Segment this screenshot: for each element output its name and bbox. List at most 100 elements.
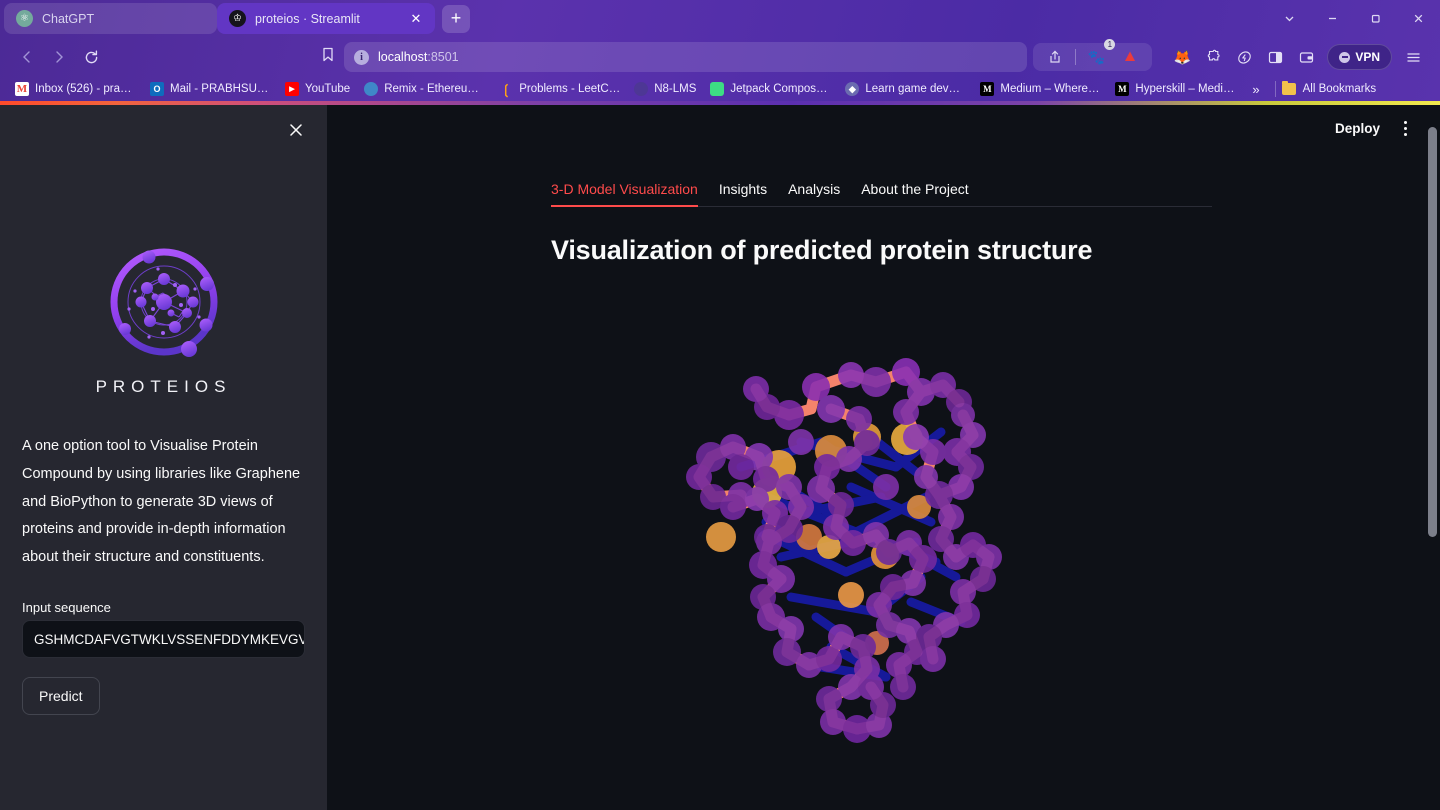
- bookmark-label: Medium – Where g...: [1000, 83, 1102, 95]
- main-panel: Deploy 3-D Model Visualization Insights …: [327, 105, 1440, 810]
- all-bookmarks-button[interactable]: All Bookmarks: [1281, 80, 1377, 95]
- bookmark-label: Jetpack Compose f...: [730, 83, 832, 95]
- all-bookmarks-label: All Bookmarks: [1302, 83, 1377, 95]
- bookmark-item[interactable]: O Mail - PRABHSURA...: [143, 79, 278, 100]
- divider: [1274, 81, 1276, 97]
- share-icon[interactable]: [1041, 43, 1069, 71]
- address-actions: 🐾 1: [1033, 39, 1153, 71]
- back-icon[interactable]: [12, 42, 42, 72]
- close-icon[interactable]: ✕: [407, 10, 425, 28]
- url-area: i localhost:8501: [108, 42, 1033, 72]
- vpn-icon: [1339, 51, 1351, 63]
- tab-insights[interactable]: Insights: [719, 181, 767, 206]
- tab-3d-model-visualization[interactable]: 3-D Model Visualization: [551, 181, 698, 207]
- remix-icon: [364, 82, 379, 96]
- bookmark-item[interactable]: M Inbox (526) - prabh...: [8, 79, 143, 100]
- browser-tab-chatgpt[interactable]: ⚛ ChatGPT ✕: [4, 3, 217, 34]
- bookmark-item[interactable]: ❲ Problems - LeetCode: [492, 79, 627, 100]
- brand-name: PROTEIOS: [95, 377, 232, 396]
- bookmark-label: Learn game develo...: [865, 83, 967, 95]
- content-column: 3-D Model Visualization Insights Analysi…: [551, 105, 1212, 266]
- brave-shields-icon[interactable]: 🐾 1: [1082, 39, 1116, 71]
- medium-icon: M: [980, 82, 995, 96]
- bookmark-label: Hyperskill – Medium: [1135, 83, 1237, 95]
- streamlit-app: PROTEIOS A one option tool to Visualise …: [0, 105, 1440, 810]
- folder-icon: [1281, 80, 1296, 95]
- main-menu-icon[interactable]: [1392, 116, 1418, 142]
- browser-tab-title: ChatGPT: [42, 11, 95, 26]
- medium-icon: M: [1115, 82, 1130, 96]
- bookmark-item[interactable]: Remix - Ethereum I...: [357, 79, 492, 100]
- page-scrollbar[interactable]: [1425, 105, 1440, 810]
- bookmark-label: YouTube: [305, 83, 351, 95]
- bookmark-label: Mail - PRABHSURA...: [170, 83, 271, 95]
- new-tab-button[interactable]: +: [442, 4, 470, 33]
- bookmark-item[interactable]: N8-LMS: [627, 79, 703, 100]
- gmail-icon: M: [15, 82, 29, 96]
- page-title: Visualization of predicted protein struc…: [551, 235, 1093, 265]
- page-tabs: 3-D Model Visualization Insights Analysi…: [551, 181, 1212, 207]
- window-controls: [1268, 0, 1440, 37]
- extensions: 🦊 VPN: [1168, 42, 1428, 72]
- bookmark-item[interactable]: M Hyperskill – Medium: [1108, 79, 1243, 100]
- navigation-bar: i localhost:8501 🐾 1 🦊 VPN: [0, 37, 1440, 77]
- plus-icon: +: [450, 8, 462, 28]
- browser-tab-proteios[interactable]: ♔ proteios · Streamlit ✕: [217, 3, 435, 34]
- metamask-icon[interactable]: 🦊: [1168, 43, 1196, 71]
- tab-analysis[interactable]: Analysis: [788, 181, 840, 206]
- bookmark-item[interactable]: ▶ YouTube: [278, 79, 357, 100]
- maximize-icon[interactable]: [1354, 0, 1397, 37]
- app-description: A one option tool to Visualise Protein C…: [22, 438, 301, 566]
- bookmark-label: Remix - Ethereum I...: [384, 83, 486, 95]
- tab-about-the-project[interactable]: About the Project: [861, 181, 968, 206]
- unity-icon: ◆: [845, 82, 860, 96]
- forward-icon[interactable]: [44, 42, 74, 72]
- chevron-down-icon[interactable]: [1268, 0, 1311, 37]
- bolt-icon[interactable]: [1230, 43, 1258, 71]
- bookmark-item[interactable]: ◆ Learn game develo...: [838, 79, 973, 100]
- streamlit-gradient-bar: [0, 101, 1440, 105]
- protein-3d-viewer[interactable]: [551, 337, 1212, 757]
- leetcode-icon: ❲: [500, 81, 512, 97]
- bookmark-label: Problems - LeetCode: [519, 83, 621, 95]
- proteios-logo: [110, 248, 217, 357]
- address-bar[interactable]: i localhost:8501: [344, 42, 1028, 72]
- toolbar-icons: 🐾 1 🦊 VPN: [1033, 39, 1428, 72]
- input-sequence-field[interactable]: GSHMCDAFVGTWKLVSSENFDDYMKEVGVGF: [22, 620, 305, 659]
- brave-leo-icon[interactable]: [1116, 43, 1144, 71]
- deploy-button[interactable]: Deploy: [1327, 115, 1388, 142]
- sidebar-close-button[interactable]: [281, 115, 311, 145]
- minimize-icon[interactable]: [1311, 0, 1354, 37]
- vpn-button[interactable]: VPN: [1327, 44, 1392, 70]
- bookmarks-bar: M Inbox (526) - prabh... O Mail - PRABHS…: [0, 77, 1440, 101]
- outlook-icon: O: [150, 82, 164, 96]
- android-icon: [710, 82, 725, 96]
- bookmark-item[interactable]: M Medium – Where g...: [973, 79, 1108, 100]
- browser-chrome: ⚛ ChatGPT ✕ ♔ proteios · Streamlit ✕ +: [0, 0, 1440, 101]
- url-text: localhost:8501: [378, 50, 459, 64]
- bookmarks-overflow-button[interactable]: »: [1243, 82, 1268, 97]
- sidebar: PROTEIOS A one option tool to Visualise …: [0, 105, 327, 810]
- logo-container: [0, 241, 327, 363]
- bookmark-icon[interactable]: [320, 46, 336, 68]
- scrollbar-thumb[interactable]: [1428, 127, 1437, 537]
- bookmark-item[interactable]: Jetpack Compose f...: [703, 79, 838, 100]
- sidepanel-icon[interactable]: [1261, 43, 1289, 71]
- puzzle-icon[interactable]: [1199, 43, 1227, 71]
- shield-badge: 1: [1104, 39, 1116, 50]
- chatgpt-icon: ⚛: [16, 10, 33, 27]
- browser-tab-title: proteios · Streamlit: [255, 11, 360, 26]
- reload-icon[interactable]: [76, 42, 106, 72]
- n8lms-icon: [634, 82, 649, 96]
- predict-button[interactable]: Predict: [22, 677, 100, 716]
- tab-strip: ⚛ ChatGPT ✕ ♔ proteios · Streamlit ✕ +: [0, 0, 1440, 37]
- streamlit-icon: ♔: [229, 10, 246, 27]
- wallet-icon[interactable]: [1292, 43, 1320, 71]
- bookmark-label: N8-LMS: [654, 83, 697, 95]
- browser-menu-icon[interactable]: [1398, 42, 1428, 72]
- input-sequence-label: Input sequence: [22, 600, 111, 616]
- site-info-icon[interactable]: i: [354, 49, 369, 65]
- window-close-icon[interactable]: [1397, 0, 1440, 37]
- deploy-toolbar: Deploy: [1327, 115, 1418, 142]
- youtube-icon: ▶: [285, 82, 299, 96]
